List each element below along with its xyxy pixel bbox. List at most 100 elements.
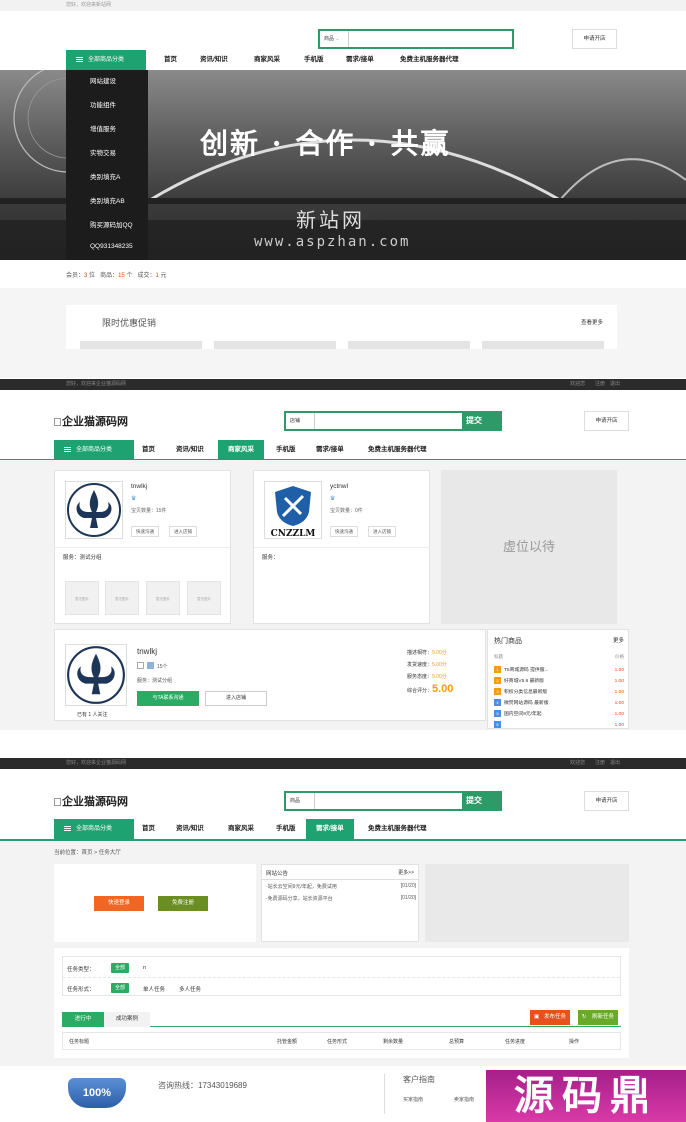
- shop-name[interactable]: tnwlkj: [137, 647, 157, 656]
- all-categories-button[interactable]: 全部商品分类: [54, 819, 134, 839]
- all-categories-button[interactable]: 全部商品分类: [66, 50, 146, 70]
- banner-watermark-cn: 新站网: [296, 208, 365, 232]
- nav-home[interactable]: 首页: [164, 50, 177, 70]
- tab-success-cases[interactable]: 成功案例: [104, 1012, 150, 1027]
- user-links[interactable]: 欢迎您 注册 退出: [570, 379, 620, 390]
- vacant-slot[interactable]: 虚位以待: [441, 470, 617, 624]
- seller-guide-link[interactable]: 卖家指南: [454, 1096, 474, 1103]
- publish-task-button[interactable]: ▣ 发布任务: [530, 1010, 571, 1025]
- hot-item[interactable]: 5 国内空间9元/年起 1.00: [494, 710, 624, 720]
- notice-more-link[interactable]: 更多>>: [398, 869, 414, 876]
- enter-shop-button[interactable]: 进入店铺: [169, 526, 197, 537]
- search-input[interactable]: [349, 31, 512, 47]
- nav-news[interactable]: 资讯/知识: [176, 440, 204, 460]
- nav-demands[interactable]: 需求/接单: [346, 50, 374, 70]
- shop-name[interactable]: yctnwl: [330, 483, 348, 490]
- product-placeholder[interactable]: 暂无图片: [146, 581, 180, 615]
- breadcrumb[interactable]: 当前位置：首页 > 任务大厅: [54, 848, 121, 856]
- col-form: 任务形式: [327, 1039, 348, 1045]
- filter-type-all[interactable]: 全部: [111, 963, 130, 973]
- hot-item[interactable]: 6 1.00: [494, 721, 624, 729]
- nav-demands[interactable]: 需求/接单: [306, 819, 354, 839]
- refresh-task-button[interactable]: ↻ 刷新任务: [578, 1010, 619, 1025]
- filter-box: 任务类型： 全部 n 任务形式： 全部 单人任务 多人任务: [62, 956, 621, 996]
- top-welcome-bar: 您好，欢迎来新站网: [0, 0, 686, 11]
- badge-icon: [147, 662, 154, 669]
- quick-login-button[interactable]: 快速登录: [94, 896, 144, 911]
- category-item[interactable]: 功能组件: [66, 94, 148, 118]
- notice-item[interactable]: ·免费源码分享，站长资源平台 [01/20]: [266, 895, 416, 902]
- search-submit-button[interactable]: 提交: [462, 793, 500, 809]
- nav-home[interactable]: 首页: [142, 819, 155, 839]
- enter-shop-button[interactable]: 进入店铺: [368, 526, 396, 537]
- category-item[interactable]: QQ931348235: [66, 238, 136, 262]
- shop-logo[interactable]: [65, 481, 123, 539]
- hot-item[interactable]: 2 好商城V5.6 最新版 1.00: [494, 677, 624, 687]
- enter-shop-button[interactable]: 进入店铺: [205, 691, 267, 706]
- filter-form-multi[interactable]: 多人任务: [179, 985, 201, 993]
- category-item[interactable]: 增值服务: [66, 118, 148, 142]
- shop-logo-text: CNZZLM: [271, 529, 316, 538]
- shop-logo[interactable]: [65, 644, 127, 706]
- promo-slot[interactable]: [214, 341, 336, 349]
- hot-item[interactable]: 1 T5商城源码 提供服... 1.00: [494, 666, 624, 676]
- hot-item[interactable]: 4 微赞网站源码 最新版 1.00: [494, 699, 624, 709]
- search-type-select[interactable]: 商品 ⌄: [320, 31, 349, 47]
- promo-more-link[interactable]: 查看更多: [581, 318, 603, 326]
- col-progress: 任务进度: [505, 1039, 526, 1045]
- category-dropdown: 网站建设 功能组件 增值服务 实物交易 类别填充A 类别填充AB 购买源码加QQ…: [66, 70, 148, 260]
- search-type-select[interactable]: 店铺: [286, 413, 315, 429]
- filter-form-all[interactable]: 全部: [111, 983, 130, 993]
- hot-more-link[interactable]: 更多: [613, 636, 624, 644]
- search-type-select[interactable]: 商品: [286, 793, 315, 809]
- promo-slot[interactable]: [348, 341, 470, 349]
- filter-form-single[interactable]: 单人任务: [143, 985, 165, 993]
- category-item[interactable]: 网站建设: [66, 70, 148, 94]
- search-input[interactable]: [315, 413, 462, 429]
- product-placeholder[interactable]: 暂无图片: [187, 581, 221, 615]
- nav-mobile[interactable]: 手机版: [304, 50, 324, 70]
- hot-item[interactable]: 3 积权分类信息最新版 1.00: [494, 688, 624, 698]
- quick-chat-button[interactable]: 快速沟通: [131, 526, 159, 537]
- tab-in-progress[interactable]: 进行中: [62, 1012, 104, 1027]
- buyer-guide-link[interactable]: 买家指南: [403, 1096, 423, 1103]
- nav-news[interactable]: 资讯/知识: [176, 819, 204, 839]
- open-shop-button[interactable]: 申请开店: [584, 791, 629, 811]
- nav-free-hosting[interactable]: 免费主机服务器代理: [400, 50, 459, 70]
- contact-button[interactable]: 与TA联系沟通: [137, 691, 199, 706]
- shop-logo[interactable]: CNZZLM: [264, 481, 322, 539]
- category-item[interactable]: 实物交易: [66, 142, 148, 166]
- shop-name[interactable]: tnwlkj: [131, 483, 147, 490]
- nav-mobile[interactable]: 手机版: [276, 440, 296, 460]
- nav-free-hosting[interactable]: 免费主机服务器代理: [368, 440, 427, 460]
- shop-card: CNZZLM yctnwl ♛ 宝贝数量：0件 快速沟通 进入店铺 服务：: [253, 470, 430, 624]
- product-placeholder[interactable]: 暂无图片: [105, 581, 139, 615]
- nav-news[interactable]: 资讯/知识: [200, 50, 228, 70]
- open-shop-button[interactable]: 申请开店: [584, 411, 629, 431]
- nav-home[interactable]: 首页: [142, 440, 155, 460]
- user-links[interactable]: 欢迎您 注册 退出: [570, 758, 620, 769]
- nav-demands[interactable]: 需求/接单: [316, 440, 344, 460]
- open-shop-button[interactable]: 申请开店: [572, 29, 617, 49]
- category-item[interactable]: 类别填充A: [66, 166, 148, 190]
- nav-merchants[interactable]: 商家风采: [228, 819, 254, 839]
- site-logo[interactable]: 企业猫源码网: [54, 793, 128, 809]
- quick-chat-button[interactable]: 快速沟通: [330, 526, 358, 537]
- promo-slot[interactable]: [482, 341, 604, 349]
- notice-item[interactable]: ·站长云空间9元/年起，免费试用 [01/20]: [266, 883, 416, 890]
- nav-merchants[interactable]: 商家风采: [218, 440, 264, 460]
- nav-mobile[interactable]: 手机版: [276, 819, 296, 839]
- hot-title: 热门商品: [494, 638, 522, 645]
- category-item[interactable]: 购买源码加QQ: [66, 214, 148, 238]
- category-item[interactable]: 类别填充AB: [66, 190, 148, 214]
- nav-free-hosting[interactable]: 免费主机服务器代理: [368, 819, 427, 839]
- product-placeholder[interactable]: 暂无图片: [65, 581, 99, 615]
- free-register-button[interactable]: 免费注册: [158, 896, 208, 911]
- search-submit-button[interactable]: 提交: [462, 413, 500, 429]
- filter-type-n[interactable]: n: [143, 965, 146, 971]
- nav-merchants[interactable]: 商家风采: [254, 50, 280, 70]
- all-categories-button[interactable]: 全部商品分类: [54, 440, 134, 460]
- search-input[interactable]: [315, 793, 462, 809]
- site-logo[interactable]: 企业猫源码网: [54, 413, 128, 429]
- promo-slot[interactable]: [80, 341, 202, 349]
